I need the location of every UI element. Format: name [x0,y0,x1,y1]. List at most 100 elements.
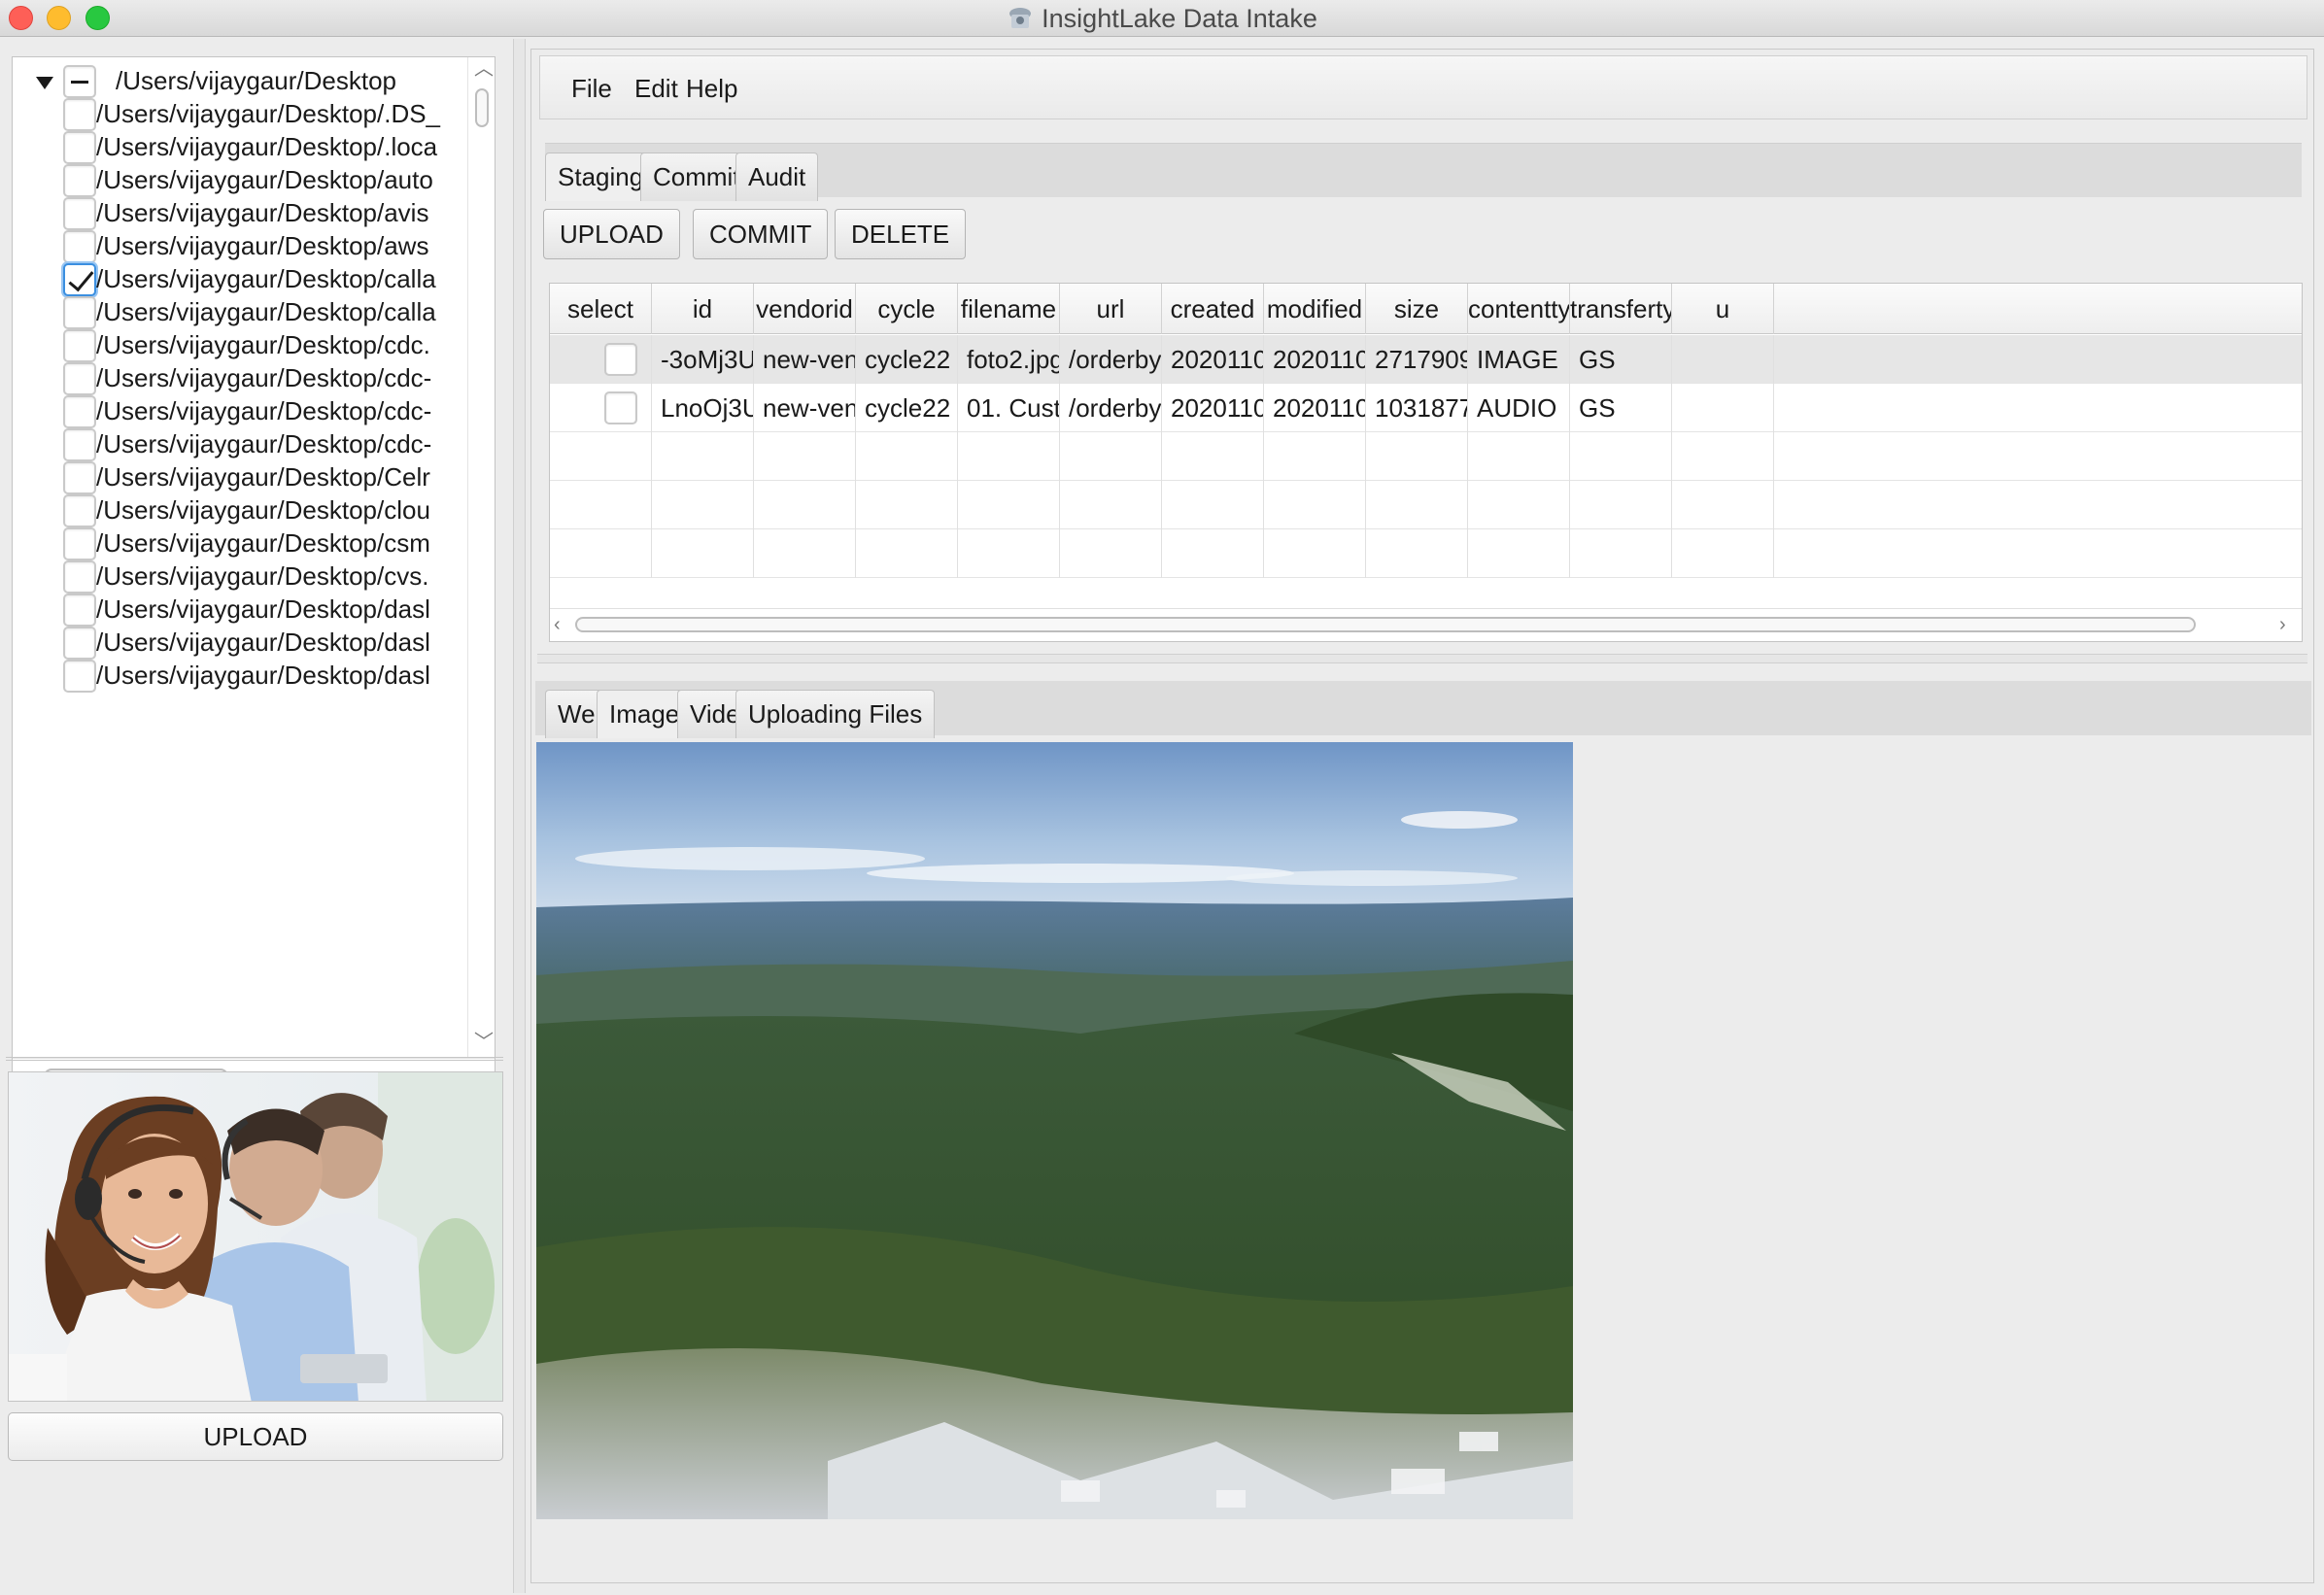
column-header-cycle[interactable]: cycle [856,284,958,334]
table-horizontal-scroll-thumb[interactable] [575,617,2196,632]
title-bar: InsightLake Data Intake [0,0,2324,37]
empty-cell [1162,481,1264,529]
empty-cell [652,481,754,529]
cell-cycle: cycle22 [856,384,958,432]
main-splitter[interactable] [513,39,526,1593]
expand-arrow-icon[interactable] [36,77,53,89]
cell-filename: 01. Custar... [958,384,1060,432]
cell-id: -3oMj3UB... [652,335,754,384]
tab-uploading-files-label: Uploading Files [748,699,923,729]
table-row [550,529,2302,578]
window-title-container: InsightLake Data Intake [0,0,2324,37]
app-icon [1009,8,1032,28]
row-select-checkbox[interactable] [604,391,637,424]
column-header-modified[interactable]: modified [1264,284,1366,334]
table-row[interactable]: LnoOj3UB...new-vendorcycle2201. Custar..… [550,384,2302,432]
empty-cell [1570,529,1672,578]
column-header-url[interactable]: url [1060,284,1162,334]
cell-size: 10318776 [1366,384,1468,432]
menu-edit[interactable]: Edit [634,74,678,104]
empty-cell [754,529,856,578]
empty-cell [1366,529,1468,578]
column-header-size[interactable]: size [1366,284,1468,334]
select-cell [550,384,652,432]
window-title: InsightLake Data Intake [1042,4,1317,33]
staging-table: select id vendorid cycle filename url created m… [549,283,2303,642]
menu-bar: File Edit Help [539,55,2307,119]
column-header-select[interactable]: select [550,284,652,334]
empty-cell [856,481,958,529]
left-panel: /Users/vijaygaur/Desktop /Users/vijaygau… [0,39,513,1593]
scroll-down-icon[interactable]: ﹀ [474,1033,494,1052]
empty-cell [1264,432,1366,481]
table-scroll-right-icon[interactable]: › [2279,615,2286,634]
upload-button[interactable]: UPLOAD [543,209,680,259]
image-preview [536,742,1573,1519]
tab-staging-label: Staging [558,162,644,191]
empty-cell [1672,481,1774,529]
empty-cell [1060,481,1162,529]
table-row [550,481,2302,529]
cell-transfertype: GS [1570,384,1672,432]
tab-audit[interactable]: Audit [735,153,819,201]
empty-cell [754,481,856,529]
cell-created: 20201103 [1162,384,1264,432]
empty-cell [1264,529,1366,578]
tree-vertical-scroll-thumb[interactable] [475,88,489,127]
agent-photo [8,1071,503,1402]
tree-vertical-scrollbar[interactable]: ︿ ﹀ [467,57,495,1058]
column-header-id[interactable]: id [652,284,754,334]
column-header-transfertype[interactable]: transfertype [1570,284,1672,334]
tree-item-label: /Users/vijaygaur/Desktop/dasl [96,661,430,690]
column-header-contenttype[interactable]: contenttype [1468,284,1570,334]
file-tree[interactable]: /Users/vijaygaur/Desktop /Users/vijaygau… [12,56,496,1096]
empty-cell [550,481,652,529]
commit-button[interactable]: COMMIT [693,209,829,259]
tree-item[interactable]: /Users/vijaygaur/Desktop/dasl [13,652,469,702]
empty-cell [958,529,1060,578]
column-header-created[interactable]: created [1162,284,1264,334]
call-center-agents-image [9,1072,502,1401]
column-header-vendorid[interactable]: vendorid [754,284,856,334]
empty-cell [1162,432,1264,481]
empty-cell [550,529,652,578]
empty-cell [958,481,1060,529]
cell-size: 2717909 [1366,335,1468,384]
cell-url: /orderby [1060,335,1162,384]
table-header: select id vendorid cycle filename url created m… [550,284,2302,334]
cell-contenttype: AUDIO [1468,384,1570,432]
table-row[interactable]: -3oMj3UB...new-vendorcycle22foto2.jpg/or… [550,335,2302,384]
empty-cell [1468,529,1570,578]
preview-tabs: Web Image✕ Video Uploading Files [535,681,2311,738]
empty-cell [1060,529,1162,578]
cell-vendorid: new-vendor [754,384,856,432]
empty-cell [856,529,958,578]
row-select-checkbox[interactable] [604,343,637,376]
cell-url: /orderby [1060,384,1162,432]
empty-cell [1468,432,1570,481]
left-panel-divider[interactable] [6,1057,503,1061]
cell-modified: 20201103 [1264,335,1366,384]
cell-cycle: cycle22 [856,335,958,384]
menu-help[interactable]: Help [686,74,737,104]
column-header-filename[interactable]: filename [958,284,1060,334]
empty-cell [754,432,856,481]
empty-cell [1570,481,1672,529]
left-upload-button[interactable]: UPLOAD [8,1412,503,1461]
menu-file[interactable]: File [571,74,612,104]
empty-cell [1264,481,1366,529]
table-horizontal-scrollbar[interactable]: ‹ › [550,608,2302,641]
table-scroll-left-icon[interactable]: ‹ [554,615,561,634]
tab-uploading-files[interactable]: Uploading Files [735,690,936,738]
cell-modified: 20201103 [1264,384,1366,432]
right-splitter[interactable] [537,654,2307,663]
empty-cell [1672,432,1774,481]
tab-image-label: Image [609,699,680,729]
column-header-u[interactable]: u [1672,284,1774,334]
empty-cell [1468,481,1570,529]
tree-item-checkbox[interactable] [63,660,96,693]
delete-button[interactable]: DELETE [835,209,967,259]
empty-cell [1570,432,1672,481]
scroll-up-icon[interactable]: ︿ [474,59,494,79]
empty-cell [1162,529,1264,578]
